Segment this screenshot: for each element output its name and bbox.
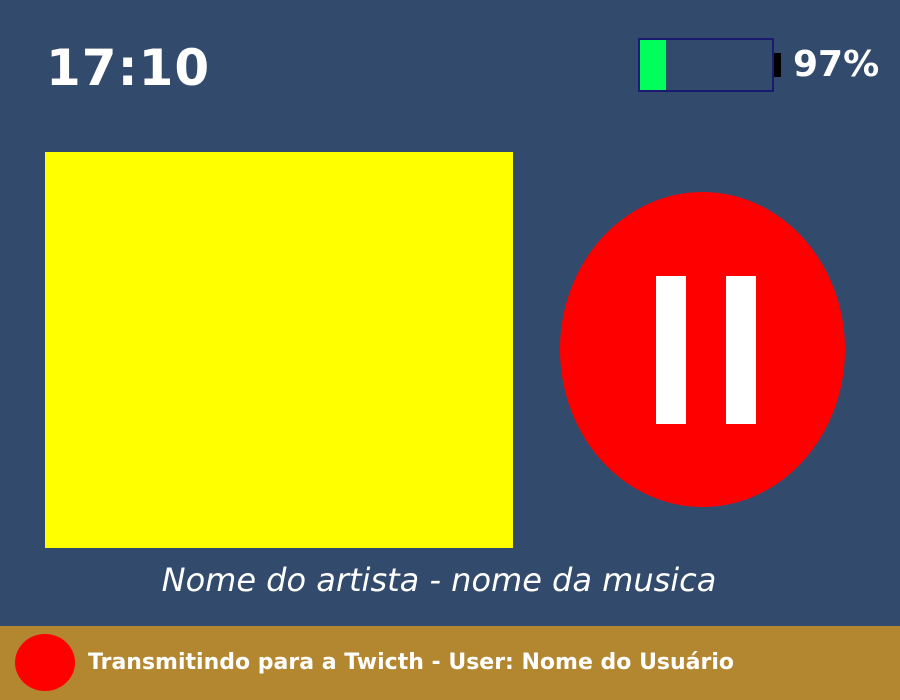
album-art	[45, 152, 513, 548]
pause-icon-left-bar	[656, 276, 686, 424]
streaming-footer: Transmitindo para a Twicth - User: Nome …	[0, 626, 900, 700]
pause-button[interactable]	[560, 192, 845, 507]
pause-icon-right-bar	[726, 276, 756, 424]
now-playing-title: Nome do artista - nome da musica	[161, 561, 717, 599]
streaming-status-text: Transmitindo para a Twicth - User: Nome …	[88, 650, 735, 675]
battery-tip	[774, 53, 781, 77]
clock: 17:10	[46, 39, 211, 97]
player-screen: 17:10 97% Nome do artista - nome da musi…	[0, 0, 900, 700]
battery-percentage: 97%	[793, 44, 880, 85]
battery-icon	[638, 38, 774, 92]
battery-fill	[640, 40, 667, 90]
live-indicator-icon	[15, 634, 75, 691]
